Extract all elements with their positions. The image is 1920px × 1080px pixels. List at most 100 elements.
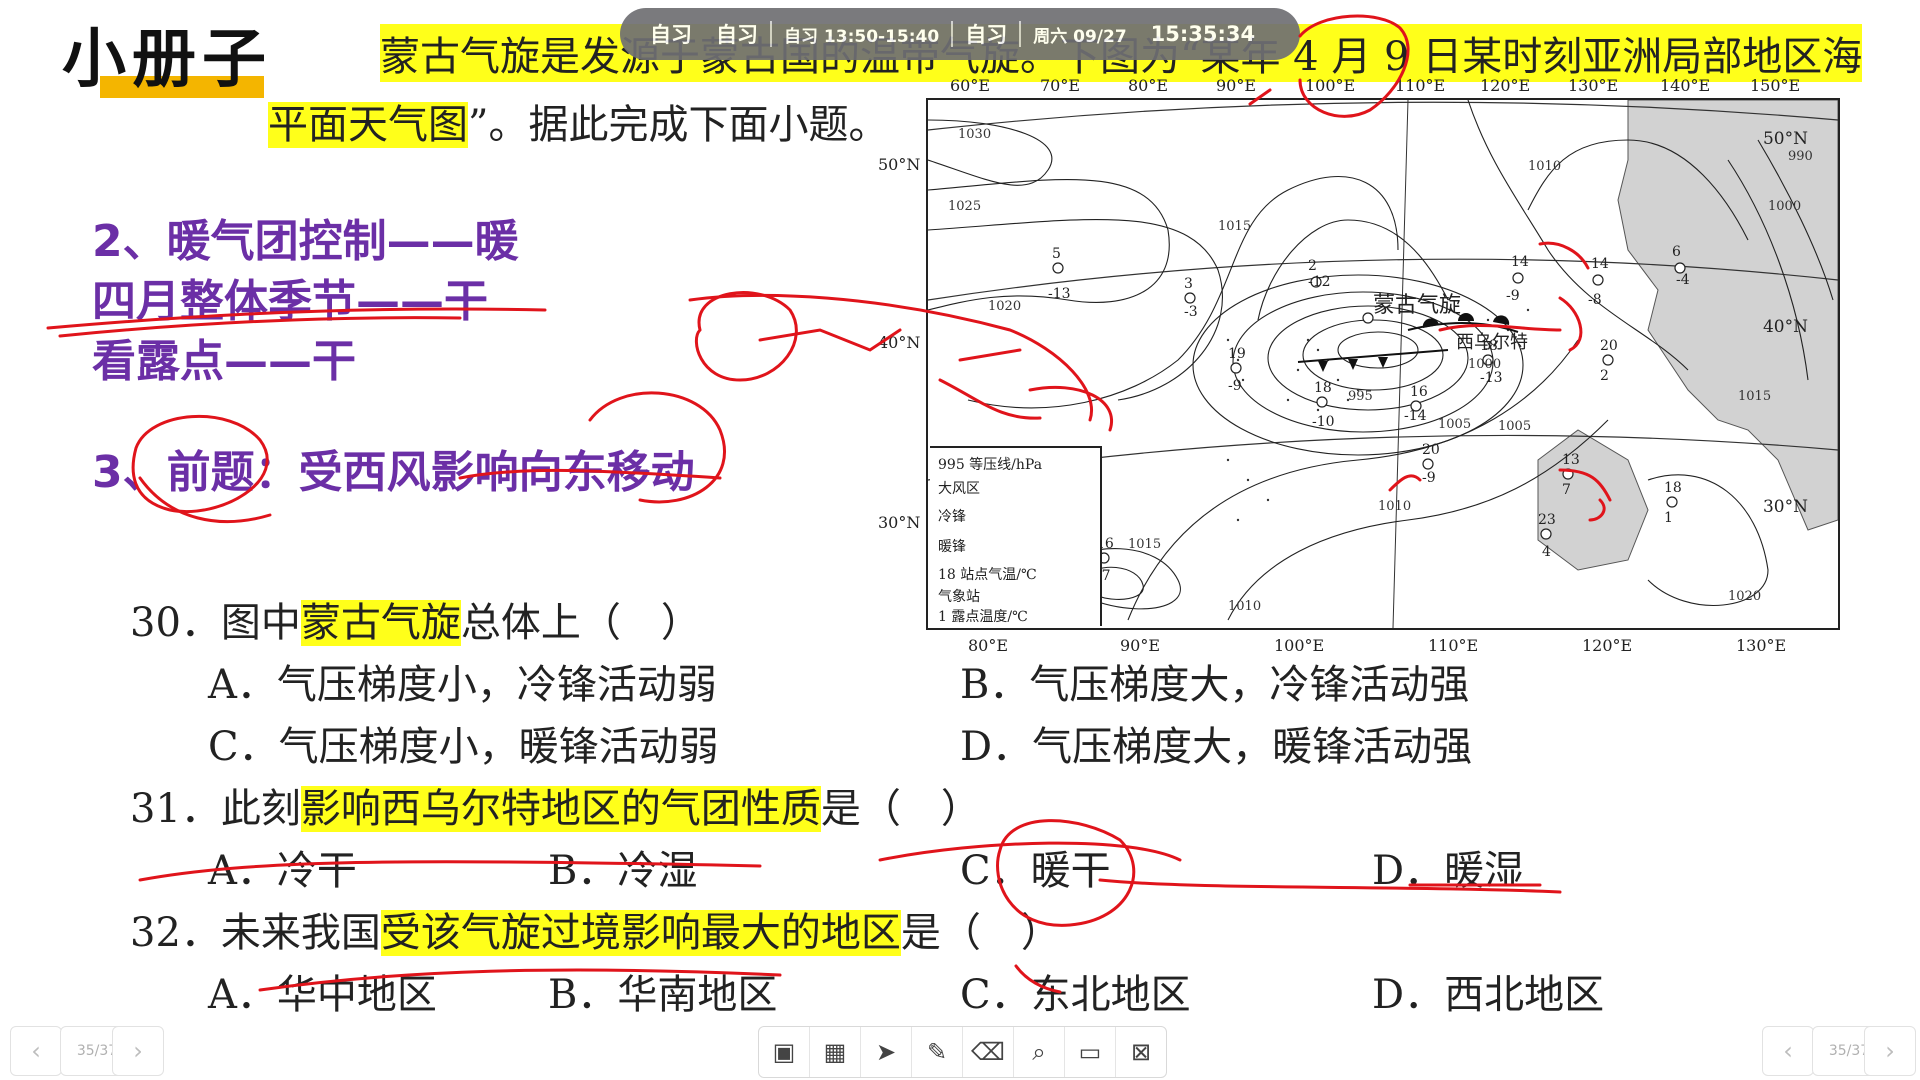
map-label-cyclone: 蒙古气旋 <box>1373 293 1461 318</box>
svg-text:7: 7 <box>1562 482 1571 498</box>
bottom-toolbar: ▣ ▦ ➤ ✎ ⌫ ⌕ ▭ ⊠ <box>758 1026 1167 1078</box>
svg-text:2: 2 <box>1308 258 1317 274</box>
lat-label: 50°N <box>878 155 921 174</box>
prev-page-button-left[interactable]: ‹ <box>10 1026 62 1076</box>
search-icon[interactable]: ⌕ <box>1014 1027 1065 1077</box>
status-item: 自习 <box>965 23 1008 47</box>
q31-option-c[interactable]: C．暖干 <box>960 838 1111 896</box>
pointer-icon[interactable]: ➤ <box>861 1027 912 1077</box>
svg-text:995: 995 <box>1348 389 1373 404</box>
question-31: 31．此刻影响西乌尔特地区的气团性质是（ ） <box>130 786 981 832</box>
svg-text:1000: 1000 <box>1768 199 1801 214</box>
svg-text:-8: -8 <box>1588 292 1602 308</box>
svg-text:1015: 1015 <box>1128 537 1161 552</box>
exit-icon[interactable]: ⊠ <box>1116 1027 1166 1077</box>
q31-option-b[interactable]: B．冷湿 <box>548 838 697 896</box>
eraser-icon[interactable]: ⌫ <box>963 1027 1014 1077</box>
svg-text:18: 18 <box>1480 338 1498 354</box>
legend-isobar: 995 等压线/hPa <box>938 457 1043 473</box>
lon-label: 140°E <box>1660 76 1711 95</box>
q30-option-a[interactable]: A．气压梯度小，冷锋活动弱 <box>208 652 717 710</box>
svg-text:16: 16 <box>1410 384 1428 400</box>
svg-text:4: 4 <box>1542 544 1551 560</box>
q30-option-d[interactable]: D．气压梯度大，暖锋活动强 <box>960 714 1472 772</box>
grid-icon[interactable]: ▦ <box>810 1027 861 1077</box>
note-season-dry: 四月整体季节——干 <box>92 276 488 327</box>
next-page-button-right[interactable]: › <box>1864 1026 1916 1076</box>
svg-text:1020: 1020 <box>1728 589 1761 604</box>
q32-option-c[interactable]: C．东北地区 <box>960 962 1191 1020</box>
prev-page-button-right[interactable]: ‹ <box>1762 1026 1814 1076</box>
next-page-button-left[interactable]: › <box>112 1026 164 1076</box>
map-legend: 995 等压线/hPa 大风区 冷锋 暖锋 18 站点气温/℃ 气象站 1 露点… <box>930 446 1102 626</box>
q32-option-b[interactable]: B．华南地区 <box>548 962 777 1020</box>
svg-text:-9: -9 <box>1506 288 1520 304</box>
q30-option-c[interactable]: C．气压梯度小，暖锋活动弱 <box>208 714 719 772</box>
svg-text:-13: -13 <box>1480 370 1503 386</box>
q32-option-a[interactable]: A．华中地区 <box>208 962 437 1020</box>
lon-labels-top: 60°E 70°E 80°E 90°E 100°E 110°E 120°E 13… <box>950 76 1850 100</box>
intro-line-2: 平面天气图”。据此完成下面小题。 <box>268 92 888 150</box>
svg-text:-3: -3 <box>1184 304 1198 320</box>
status-item: 自习 13:50-15:40 <box>784 26 940 47</box>
svg-text:1: 1 <box>1664 510 1673 526</box>
svg-text:-12: -12 <box>1308 274 1331 290</box>
svg-text:20: 20 <box>1600 338 1618 354</box>
svg-text:1010: 1010 <box>1378 499 1411 514</box>
q32-option-d[interactable]: D．西北地区 <box>1372 962 1604 1020</box>
lat-label: 30°N <box>1763 497 1808 517</box>
lat-label: 50°N <box>1763 129 1808 149</box>
lat-label: 40°N <box>1763 317 1808 337</box>
lon-label: 110°E <box>1395 76 1446 95</box>
whiteboard-icon[interactable]: ▣ <box>759 1027 810 1077</box>
question-30: 30．图中蒙古气旋总体上（ ） <box>130 600 701 646</box>
status-item: 自习 <box>716 23 758 47</box>
status-item: 自习 <box>650 23 692 47</box>
svg-text:23: 23 <box>1538 512 1556 528</box>
q30-option-b[interactable]: B．气压梯度大，冷锋活动强 <box>960 652 1469 710</box>
q31-option-a[interactable]: A．冷干 <box>208 838 357 896</box>
svg-text:5: 5 <box>1052 246 1061 262</box>
lon-label: 130°E <box>1736 636 1787 655</box>
svg-text:1025: 1025 <box>948 199 981 214</box>
svg-text:14: 14 <box>1511 254 1529 270</box>
q31-option-d[interactable]: D．暖湿 <box>1372 838 1524 896</box>
land-shading <box>1617 100 1838 531</box>
svg-text:1000: 1000 <box>1468 357 1501 372</box>
question-32: 32．未来我国受该气旋过境影响最大的地区是（ ） <box>130 910 1061 956</box>
svg-text:1005: 1005 <box>1498 419 1531 434</box>
svg-text:-10: -10 <box>1312 414 1335 430</box>
note-warm-air: 2、暖气团控制——暖 <box>92 216 519 267</box>
svg-text:18: 18 <box>1314 380 1332 396</box>
svg-text:13: 13 <box>1562 452 1580 468</box>
svg-text:-9: -9 <box>1422 470 1436 486</box>
svg-text:-13: -13 <box>1048 286 1071 302</box>
svg-text:990: 990 <box>1788 149 1813 164</box>
lon-label: 100°E <box>1305 76 1356 95</box>
lon-label: 80°E <box>1128 76 1169 95</box>
svg-text:20: 20 <box>1422 442 1440 458</box>
legend-dewpoint: 1 露点温度/℃ <box>938 609 1028 625</box>
svg-text:-9: -9 <box>1228 378 1242 394</box>
svg-text:1030: 1030 <box>958 127 991 142</box>
svg-text:1010: 1010 <box>1528 159 1561 174</box>
intro-line-2-highlight: 平面天气图 <box>268 102 468 148</box>
svg-text:18: 18 <box>1664 480 1682 496</box>
legend-warm-front: 暖锋 <box>938 539 966 555</box>
pen-icon[interactable]: ✎ <box>912 1027 963 1077</box>
svg-text:1015: 1015 <box>1218 219 1251 234</box>
legend-temp: 18 站点气温/℃ <box>938 567 1037 583</box>
svg-text:1020: 1020 <box>988 299 1021 314</box>
lon-label: 70°E <box>1040 76 1081 95</box>
note-westerlies: 3、前题：受西风影响向东移动 <box>92 447 695 498</box>
screen-icon[interactable]: ▭ <box>1065 1027 1116 1077</box>
svg-text:14: 14 <box>1591 256 1609 272</box>
lat-label: 30°N <box>878 513 921 532</box>
svg-text:6: 6 <box>1672 244 1681 260</box>
status-date: 周六 09/27 <box>1033 26 1127 47</box>
svg-text:3: 3 <box>1184 276 1193 292</box>
svg-text:-4: -4 <box>1676 272 1690 288</box>
svg-text:-14: -14 <box>1404 408 1427 424</box>
lat-label: 40°N <box>878 333 921 352</box>
lon-label: 60°E <box>950 76 991 95</box>
